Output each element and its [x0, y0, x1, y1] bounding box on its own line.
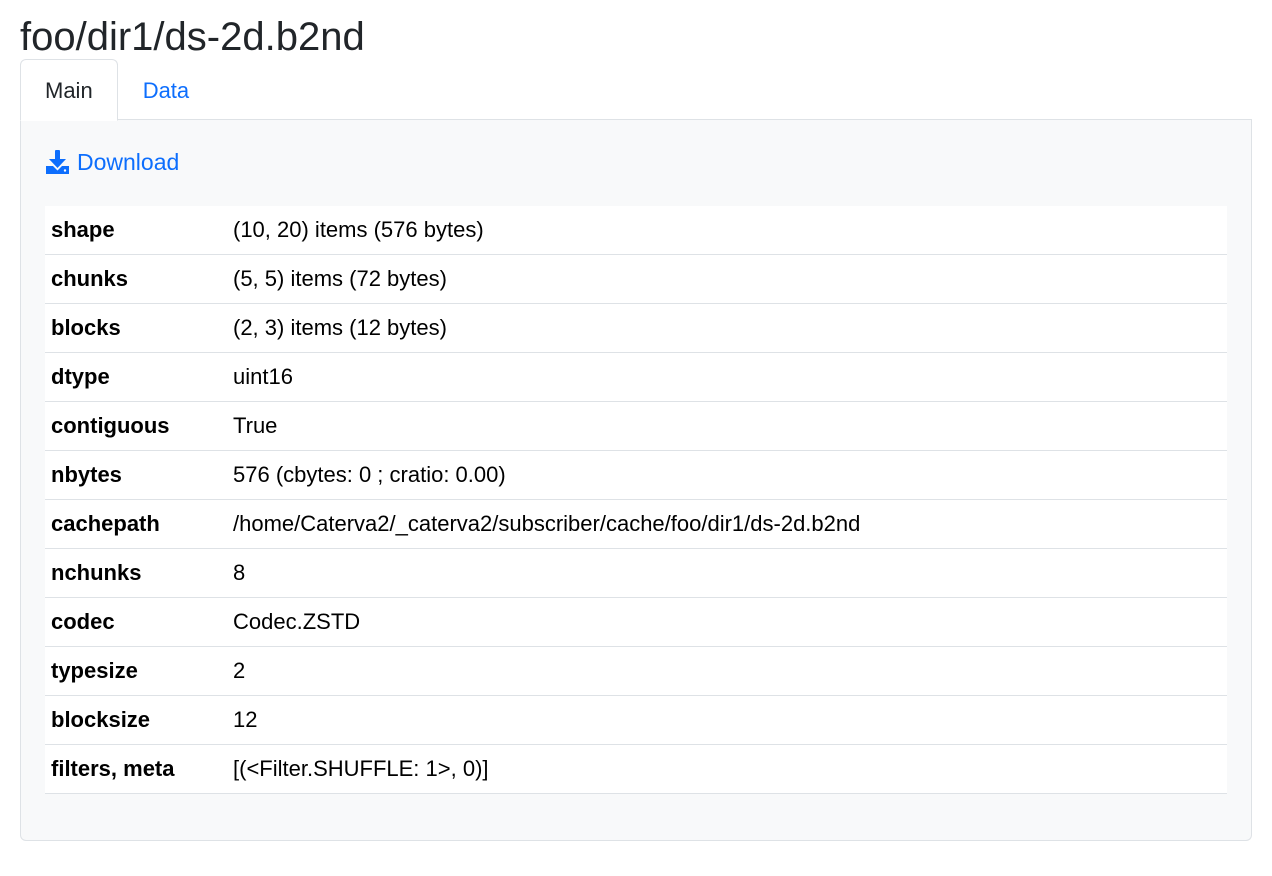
table-row: blocksize 12	[45, 695, 1227, 745]
download-icon	[45, 149, 70, 175]
tab-data[interactable]: Data	[118, 59, 214, 120]
table-row: nchunks 8	[45, 548, 1227, 598]
tab-main[interactable]: Main	[20, 59, 118, 121]
table-row: chunks (5, 5) items (72 bytes)	[45, 254, 1227, 304]
page: foo/dir1/ds-2d.b2nd Main Data Download s…	[0, 0, 1272, 841]
row-key: codec	[45, 597, 227, 647]
row-key: dtype	[45, 352, 227, 402]
main-panel: Download shape (10, 20) items (576 bytes)…	[20, 120, 1252, 841]
table-row: cachepath/home/Caterva2/_caterva2/subscr…	[45, 499, 1227, 549]
metadata-table: shape (10, 20) items (576 bytes) chunks (5,…	[45, 206, 1227, 794]
row-key: nchunks	[45, 548, 227, 598]
row-key: nbytes	[45, 450, 227, 500]
row-key: typesize	[45, 646, 227, 696]
row-value: True	[227, 401, 1227, 451]
page-title: foo/dir1/ds-2d.b2nd	[20, 15, 365, 59]
row-value: 12	[227, 695, 1227, 745]
row-value: 576 (cbytes: 0 ; cratio: 0.00)	[227, 450, 1227, 500]
table-row: codec Codec.ZSTD	[45, 597, 1227, 647]
table-row: dtype uint16	[45, 352, 1227, 402]
download-label: Download	[77, 148, 180, 175]
row-key: shape	[45, 206, 227, 255]
table-row: nbytes 576 (cbytes: 0 ; cratio: 0.00)	[45, 450, 1227, 500]
row-value: (2, 3) items (12 bytes)	[227, 303, 1227, 353]
download-link[interactable]: Download	[45, 147, 179, 177]
table-row: shape (10, 20) items (576 bytes)	[45, 206, 1227, 255]
row-key: contiguous	[45, 401, 227, 451]
row-key: chunks	[45, 254, 227, 304]
table-row: contiguous True	[45, 401, 1227, 451]
tab-bar: Main Data	[20, 59, 1252, 121]
row-key: cachepath	[45, 499, 227, 549]
table-row: blocks (2, 3) items (12 bytes)	[45, 303, 1227, 353]
row-value: 2	[227, 646, 1227, 696]
row-value: /home/Caterva2/_caterva2/subscriber/cach…	[227, 499, 1227, 549]
row-value: [(<Filter.SHUFFLE: 1>, 0)]	[227, 744, 1227, 794]
row-key: blocksize	[45, 695, 227, 745]
row-value: (10, 20) items (576 bytes)	[227, 206, 1227, 255]
row-value: Codec.ZSTD	[227, 597, 1227, 647]
row-value: 8	[227, 548, 1227, 598]
row-value: uint16	[227, 352, 1227, 402]
row-key: blocks	[45, 303, 227, 353]
table-row: filters, meta [(<Filter.SHUFFLE: 1>, 0)]	[45, 744, 1227, 794]
table-row: typesize 2	[45, 646, 1227, 696]
row-value: (5, 5) items (72 bytes)	[227, 254, 1227, 304]
row-key: filters, meta	[45, 744, 227, 794]
